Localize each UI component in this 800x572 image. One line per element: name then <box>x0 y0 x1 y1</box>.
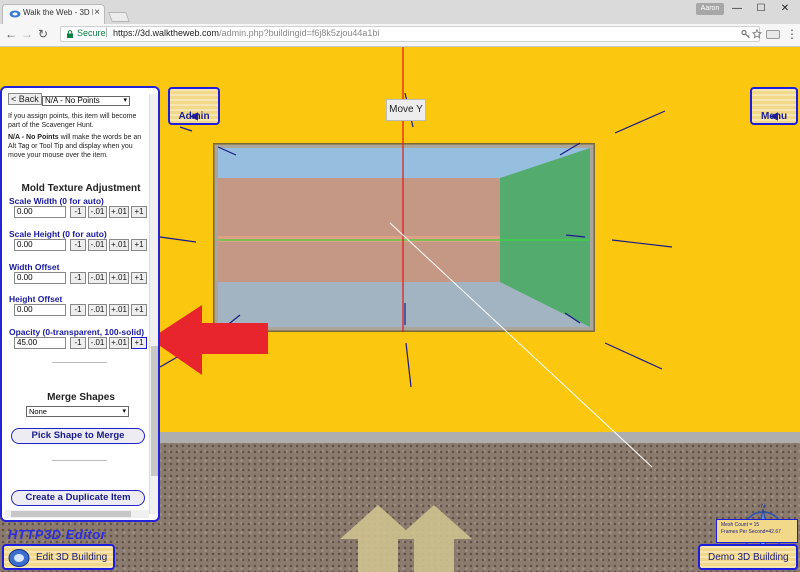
mesh-count: Mesh Count = 15 <box>721 522 760 528</box>
points-select[interactable]: N/A - No Points <box>42 96 130 106</box>
panel-vertical-scrollbar[interactable] <box>149 94 158 514</box>
extension-icon[interactable] <box>766 30 780 39</box>
opacity-plus-01[interactable]: +.01 <box>109 337 129 349</box>
scale-width-label: Scale Width (0 for auto) <box>9 196 104 206</box>
scale-width-input[interactable]: 0.00 <box>14 206 66 218</box>
height-offset-plus-1[interactable]: +1 <box>131 304 147 316</box>
movement-arrows[interactable] <box>340 505 472 572</box>
scroll-thumb[interactable] <box>11 511 131 517</box>
scale-width-plus-01[interactable]: +.01 <box>109 206 129 218</box>
texture-section-title: Mold Texture Adjustment <box>21 183 141 194</box>
height-offset-minus-1[interactable]: -1 <box>70 304 86 316</box>
merge-shapes-select[interactable]: None <box>26 406 129 417</box>
scene-stats: Mesh Count = 15 Frames Per Second=42.67 <box>716 519 798 543</box>
url-path: /admin.php?buildingid=f6j8k5zjou44a1bi <box>219 28 380 38</box>
profile-badge[interactable]: Aaron <box>696 3 724 15</box>
http3d-editor-label: HTTP3D Editor <box>8 527 107 542</box>
pick-shape-button[interactable]: Pick Shape to Merge <box>11 428 145 444</box>
points-help-note: N/A - No Points will make the words be a… <box>8 133 146 160</box>
address-toolbar: ← → ↻ Secure | https://3d.walktheweb.com… <box>0 24 800 47</box>
width-offset-minus-01[interactable]: -.01 <box>88 272 107 284</box>
height-offset-input[interactable]: 0.00 <box>14 304 66 316</box>
width-offset-input[interactable]: 0.00 <box>14 272 66 284</box>
reload-icon[interactable]: ↻ <box>36 27 50 41</box>
mold-editor-panel: < Back N/A - No Points If you assign poi… <box>0 86 160 522</box>
width-offset-plus-01[interactable]: +.01 <box>109 272 129 284</box>
tab-title: Walk the Web - 3D Build <box>23 8 93 17</box>
http3d-logo-icon <box>8 549 30 567</box>
selected-mold-box[interactable] <box>213 143 595 332</box>
height-offset-plus-01[interactable]: +.01 <box>109 304 129 316</box>
forward-arrow-icon[interactable]: → <box>20 27 34 41</box>
browser-menu-icon[interactable]: ⋮ <box>786 27 798 41</box>
minimize-icon[interactable]: — <box>728 2 746 16</box>
edit-building-label: Edit 3D Building <box>36 552 108 563</box>
new-tab-button[interactable] <box>108 12 130 22</box>
scale-width-minus-1[interactable]: -1 <box>70 206 86 218</box>
menu-button-label: Menu <box>760 111 788 122</box>
scale-height-plus-1[interactable]: +1 <box>131 239 147 251</box>
admin-button[interactable]: ◀ Admin <box>168 87 220 125</box>
fps-readout: Frames Per Second=42.67 <box>721 529 781 535</box>
scale-height-minus-1[interactable]: -1 <box>70 239 86 251</box>
height-offset-minus-01[interactable]: -.01 <box>88 304 107 316</box>
opacity-input[interactable]: 45.00 <box>14 337 66 349</box>
url-separator: | <box>105 27 108 38</box>
url-text[interactable]: https://3d.walktheweb.com/admin.php?buil… <box>113 28 379 38</box>
scale-height-plus-01[interactable]: +.01 <box>109 239 129 251</box>
merge-shapes-title: Merge Shapes <box>47 392 115 403</box>
width-offset-minus-1[interactable]: -1 <box>70 272 86 284</box>
tab-close-icon[interactable]: × <box>94 7 100 18</box>
opacity-minus-1[interactable]: -1 <box>70 337 86 349</box>
points-note: If you assign points, this item will bec… <box>8 113 137 129</box>
scale-height-input[interactable]: 0.00 <box>14 239 66 251</box>
secure-label: Secure <box>77 28 106 38</box>
scale-width-minus-01[interactable]: -.01 <box>88 206 107 218</box>
points-help-bold: N/A - No Points <box>8 134 59 141</box>
back-arrow-icon[interactable]: ← <box>4 27 18 41</box>
edit-building-button[interactable]: Edit 3D Building <box>2 544 115 570</box>
scroll-thumb[interactable] <box>151 346 158 476</box>
width-offset-plus-1[interactable]: +1 <box>131 272 147 284</box>
scale-height-label: Scale Height (0 for auto) <box>9 229 107 239</box>
opacity-label: Opacity (0-transparent, 100-solid) <box>9 327 145 337</box>
back-button[interactable]: < Back <box>8 93 42 105</box>
move-y-label: Move Y <box>386 99 426 121</box>
opacity-plus-1[interactable]: +1 <box>131 337 147 349</box>
scale-width-plus-1[interactable]: +1 <box>131 206 147 218</box>
panel-horizontal-scrollbar[interactable] <box>5 510 149 518</box>
key-icon[interactable] <box>741 29 751 39</box>
bookmark-star-icon[interactable] <box>752 29 762 39</box>
panel-divider <box>52 460 107 461</box>
url-host: https://3d.walktheweb.com <box>113 28 220 38</box>
browser-tab-bar: Walk the Web - 3D Build × Aaron — ☐ ✕ <box>0 0 800 24</box>
window-close-icon[interactable]: ✕ <box>776 2 794 16</box>
forward-right-arrow-icon <box>396 505 472 572</box>
maximize-icon[interactable]: ☐ <box>752 2 770 16</box>
menu-button[interactable]: ◀ Menu <box>750 87 798 125</box>
browser-tab[interactable]: Walk the Web - 3D Build × <box>2 4 105 24</box>
create-duplicate-button[interactable]: Create a Duplicate Item <box>11 490 145 506</box>
demo-building-button[interactable]: Demo 3D Building <box>698 544 798 570</box>
compass-n: N <box>761 504 765 510</box>
demo-building-label: Demo 3D Building <box>708 552 789 563</box>
lock-icon <box>67 30 73 38</box>
height-offset-label: Height Offset <box>9 294 63 304</box>
panel-divider <box>52 362 107 363</box>
walktheweb-favicon-icon <box>9 10 21 18</box>
opacity-minus-01[interactable]: -.01 <box>88 337 107 349</box>
admin-button-label: Admin <box>178 111 210 122</box>
scale-height-minus-01[interactable]: -.01 <box>88 239 107 251</box>
address-bar[interactable]: Secure | https://3d.walktheweb.com/admin… <box>60 26 762 42</box>
width-offset-label: Width Offset <box>9 262 60 272</box>
